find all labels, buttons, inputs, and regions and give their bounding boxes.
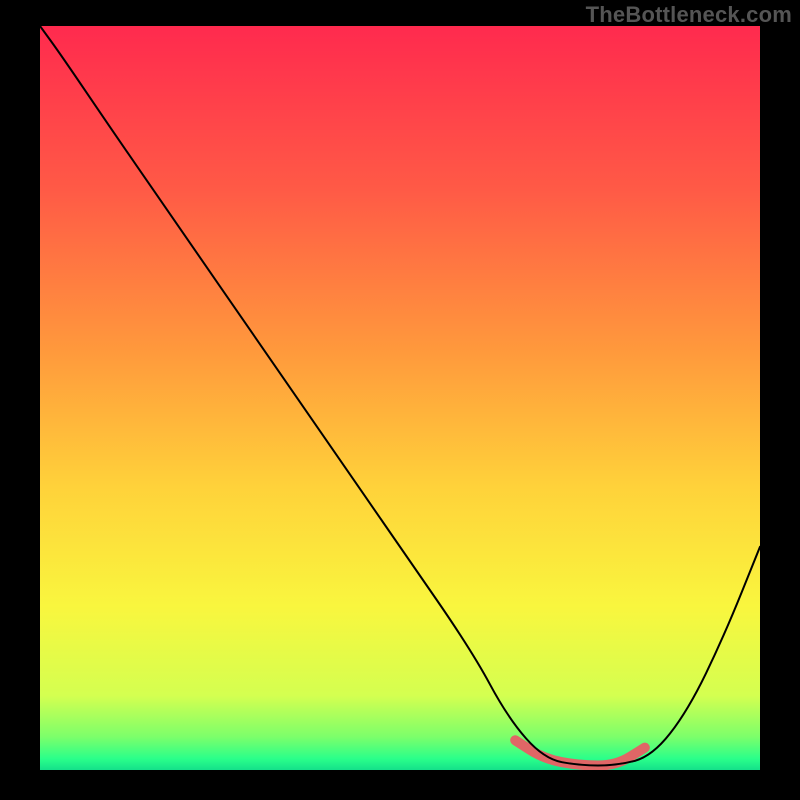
bottleneck-chart — [40, 26, 760, 770]
source-attribution: TheBottleneck.com — [586, 2, 792, 28]
gradient-background — [40, 26, 760, 770]
chart-frame: TheBottleneck.com — [0, 0, 800, 800]
plot-area — [40, 26, 760, 770]
